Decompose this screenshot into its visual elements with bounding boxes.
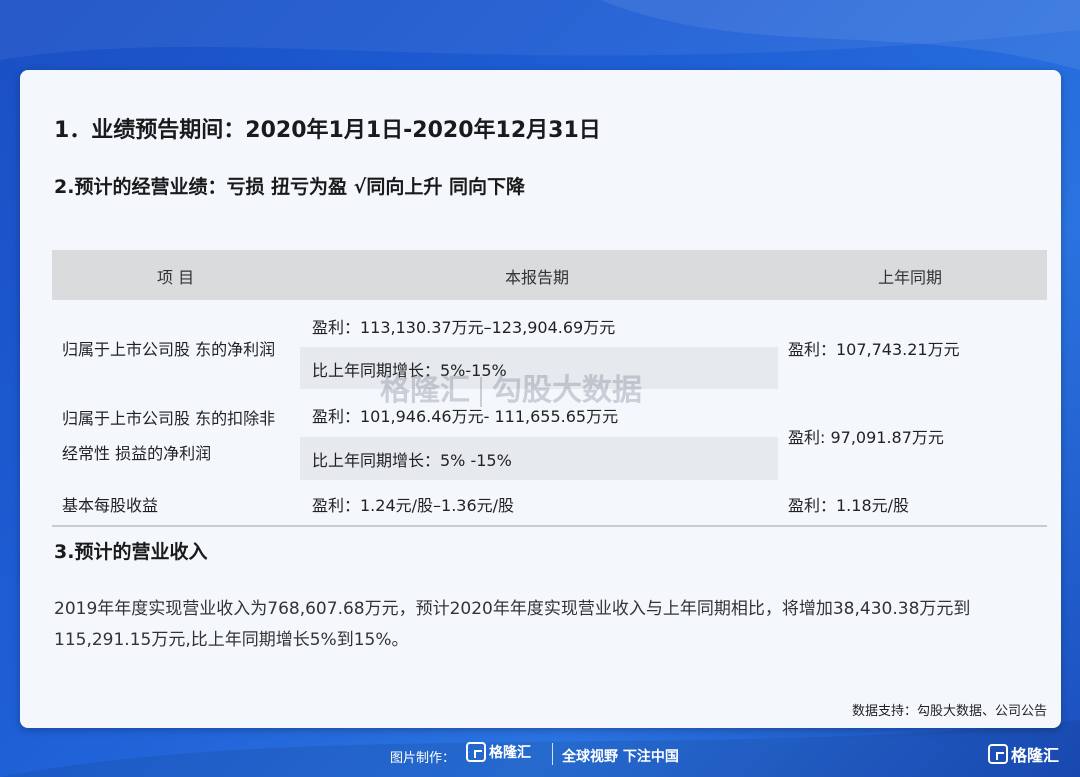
footer-divider [552, 743, 553, 765]
row1-current-profit: 盈利：113,130.37万元–123,904.69万元 [312, 318, 616, 337]
gelonghui-corner-icon [988, 744, 1008, 764]
data-source: 数据支持：勾股大数据、公司公告 [851, 704, 1047, 719]
header-previous-period: 上年同期 [878, 268, 943, 287]
revenue-paragraph: 2019年年度实现营业收入为768,607.68万元，预计2020年年度实现营业… [54, 599, 971, 650]
row2-item-line2: 经常性 损益的净利润 [62, 444, 212, 463]
footer-logo-text: 格隆汇 [489, 745, 531, 761]
footer-slogan: 全球视野 下注中国 [562, 749, 679, 765]
content-card: 1．业绩预告期间：2020年1月1日-2020年12月31日 2.预计的经营业绩… [20, 70, 1061, 728]
watermark-brand: 格隆汇 [380, 373, 470, 408]
row1-previous: 盈利：107,743.21万元 [788, 340, 960, 359]
row3-current: 盈利：1.24元/股–1.36元/股 [312, 496, 515, 515]
expected-revenue-heading: 3.预计的营业收入 [54, 541, 208, 563]
table-header-row: 项 目 本报告期 上年同期 [52, 250, 1047, 300]
table-divider [52, 525, 1047, 527]
corner-logo: 格隆汇 [988, 742, 1074, 770]
row2-item-line1: 归属于上市公司股 东的扣除非 [62, 409, 276, 428]
watermark: 格隆汇 勾股大数据 [380, 365, 642, 409]
made-by-label: 图片制作： [390, 751, 456, 766]
expected-performance-heading: 2.预计的经营业绩：亏损 扭亏为盈 √同向上升 同向下降 [54, 176, 525, 198]
gelonghui-logo-icon [466, 742, 486, 762]
footer-bar: 图片制作： 格隆汇 全球视野 下注中国 [0, 740, 1080, 770]
forecast-period-heading: 1．业绩预告期间：2020年1月1日-2020年12月31日 [54, 118, 601, 143]
row3-item: 基本每股收益 [62, 496, 159, 515]
watermark-product: 勾股大数据 [492, 373, 642, 408]
row2-current-growth: 比上年同期增长：5% -15% [312, 451, 512, 470]
header-item: 项 目 [157, 268, 195, 287]
footer-logo: 格隆汇 [466, 742, 546, 766]
header-current-period: 本报告期 [505, 268, 570, 287]
row1-item: 归属于上市公司股 东的净利润 [62, 340, 276, 359]
row2-previous: 盈利: 97,091.87万元 [788, 428, 944, 447]
corner-logo-text: 格隆汇 [1011, 746, 1060, 765]
row3-previous: 盈利：1.18元/股 [788, 496, 910, 515]
